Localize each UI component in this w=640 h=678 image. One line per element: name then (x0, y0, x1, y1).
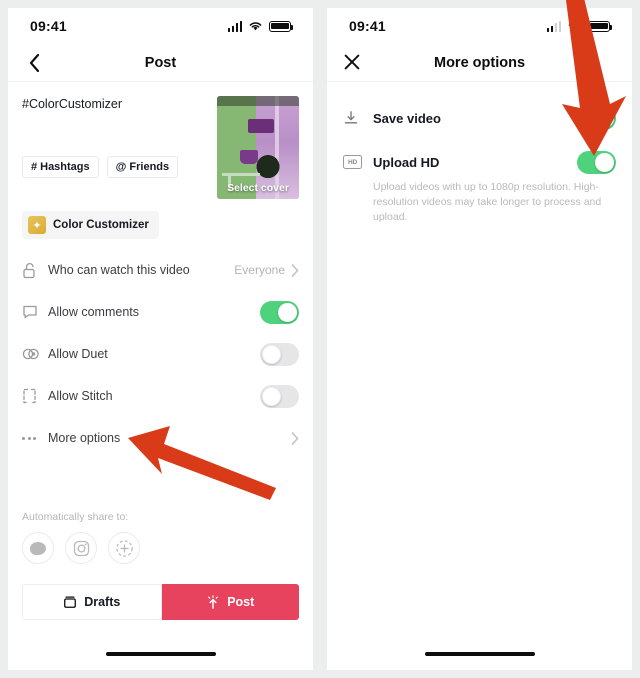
drafts-icon (64, 596, 77, 608)
lock-open-icon (22, 262, 48, 279)
close-button[interactable] (343, 53, 363, 73)
setting-row-allow-stitch[interactable]: Allow Stitch (22, 375, 299, 417)
setting-row-allow-duet[interactable]: Allow Duet (22, 333, 299, 375)
friends-chip[interactable]: @ Friends (106, 155, 179, 178)
post-rocket-icon (208, 594, 219, 609)
setting-label-who-can-watch: Who can watch this video (48, 263, 190, 277)
bottom-actions: Drafts Post (8, 584, 313, 620)
setting-row-more-options[interactable]: More options (22, 417, 299, 459)
option-row-save-video[interactable]: Save video (327, 96, 632, 140)
option-row-upload-hd[interactable]: HD Upload HD (327, 140, 632, 184)
option-description-upload-hd: Upload videos with up to 1080p resolutio… (373, 181, 602, 224)
wifi-icon (249, 22, 262, 31)
toggle-upload-hd[interactable] (577, 150, 616, 174)
toggle-allow-duet[interactable] (260, 342, 299, 366)
setting-row-who-can-watch[interactable]: Who can watch this video Everyone (22, 249, 299, 291)
battery-icon (588, 20, 613, 32)
duet-icon (22, 347, 48, 361)
wifi-icon (568, 22, 581, 31)
at-mention-icon: @ (115, 160, 127, 173)
post-button[interactable]: Post (161, 584, 299, 620)
option-label-upload-hd: Upload HD (373, 154, 440, 170)
left-phone-panel: 09:41 Post #ColorCustomizer # Hashtags @… (8, 8, 313, 670)
right-status-bar: 09:41 (327, 8, 632, 44)
option-label-save-video: Save video (373, 110, 441, 126)
chevron-left-icon (29, 53, 39, 72)
screenshot-stage: 09:41 Post #ColorCustomizer # Hashtags @… (0, 0, 640, 678)
battery-icon (269, 20, 294, 32)
select-cover-label[interactable]: Select cover (217, 182, 299, 194)
setting-value-who-can-watch: Everyone (234, 263, 285, 277)
drafts-button[interactable]: Drafts (22, 584, 162, 620)
status-icon-group (227, 20, 294, 32)
toggle-knob (595, 152, 614, 172)
left-nav-bar: Post (8, 44, 313, 82)
caption-section: #ColorCustomizer # Hashtags @ Friends Se… (8, 82, 313, 199)
post-settings-list: Who can watch this video Everyone Allow … (8, 249, 313, 459)
setting-label-more-options: More options (48, 431, 121, 445)
ellipsis-icon (22, 436, 48, 440)
stitch-icon (22, 388, 48, 404)
hashtags-chip-label: Hashtags (40, 160, 90, 173)
post-button-label: Post (227, 595, 255, 609)
signal-bars-icon (546, 20, 561, 32)
toggle-allow-stitch[interactable] (260, 384, 299, 408)
auto-share-section: Automatically share to: (8, 511, 313, 564)
toggle-knob (262, 386, 281, 406)
back-button[interactable] (22, 51, 46, 75)
page-title: More options (433, 54, 526, 71)
chevron-right-icon (291, 431, 299, 445)
friends-chip-label: Friends (129, 160, 170, 173)
home-indicator (424, 652, 535, 656)
drafts-button-label: Drafts (84, 595, 121, 609)
home-indicator (105, 652, 216, 656)
comment-bubble-icon (22, 304, 48, 320)
auto-share-icon-group (22, 532, 299, 564)
left-status-bar: 09:41 (8, 8, 313, 44)
thumbnail-top-strip (217, 96, 299, 106)
hashtag-icon: # (31, 160, 38, 173)
setting-label-allow-duet: Allow Duet (48, 347, 108, 361)
page-title: Post (144, 54, 177, 71)
download-icon (343, 110, 373, 126)
instagram-share-icon[interactable] (65, 532, 97, 564)
toggle-knob (595, 108, 614, 128)
caption-input[interactable]: #ColorCustomizer (22, 96, 207, 114)
thumbnail-lamp (248, 118, 275, 133)
right-phone-panel: 09:41 More options Save video HD Upload … (327, 8, 632, 670)
toggle-allow-comments[interactable] (260, 300, 299, 324)
toggle-knob (262, 344, 281, 364)
color-customizer-badge-label: Color Customizer (53, 219, 149, 231)
status-icon-group (546, 20, 613, 32)
setting-row-allow-comments[interactable]: Allow comments (22, 291, 299, 333)
color-customizer-badge[interactable]: ✦ Color Customizer (22, 211, 159, 239)
caption-column: #ColorCustomizer # Hashtags @ Friends (22, 96, 217, 199)
messages-share-icon[interactable] (22, 532, 54, 564)
status-time: 09:41 (349, 18, 386, 34)
video-thumbnail[interactable]: Select cover (217, 96, 299, 199)
caption-chip-group: # Hashtags @ Friends (22, 155, 207, 178)
effect-badge-wrap: ✦ Color Customizer (8, 199, 313, 239)
color-customizer-icon: ✦ (28, 216, 46, 234)
setting-label-allow-stitch: Allow Stitch (48, 389, 113, 403)
chevron-right-icon (291, 263, 299, 277)
add-more-share-icon[interactable] (108, 532, 140, 564)
right-nav-bar: More options (327, 44, 632, 82)
auto-share-label: Automatically share to: (22, 511, 129, 523)
toggle-save-video[interactable] (577, 106, 616, 130)
status-time: 09:41 (30, 18, 67, 34)
setting-label-allow-comments: Allow comments (48, 305, 139, 319)
bubble-shape (30, 541, 46, 555)
close-x-icon (344, 54, 360, 69)
hashtags-chip[interactable]: # Hashtags (22, 155, 99, 178)
hd-badge-icon: HD (343, 155, 373, 169)
toggle-knob (278, 302, 297, 322)
signal-bars-icon (227, 20, 242, 32)
